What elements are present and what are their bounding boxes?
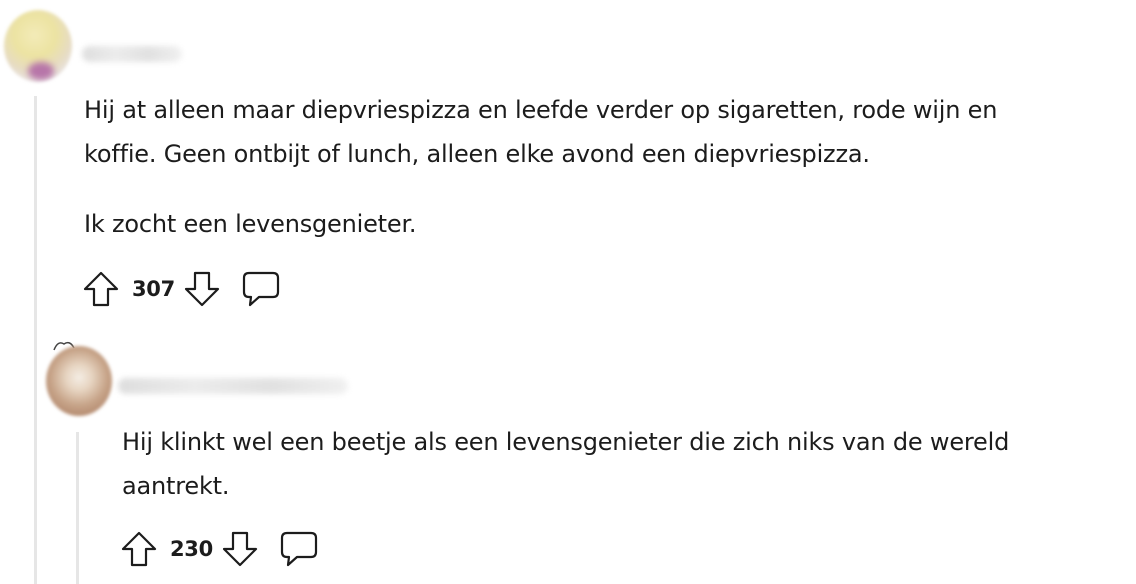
downvote-arrow-icon[interactable]: [221, 530, 259, 568]
comment-text-line: Hij at alleen maar diepvriespizza en lee…: [84, 96, 998, 124]
vote-score: 307: [132, 277, 175, 301]
thread-line-reply[interactable]: [76, 432, 79, 584]
comment-text-line: Ik zocht een levensgenieter.: [84, 210, 417, 238]
comment-actions: 307: [82, 270, 281, 308]
thread-line-top-level[interactable]: [34, 96, 37, 584]
avatar[interactable]: [46, 346, 112, 416]
upvote-arrow-icon[interactable]: [120, 530, 158, 568]
comment-body: Hij klinkt wel een beetje als een levens…: [122, 420, 1009, 508]
comment-text-line: koffie. Geen ontbijt of lunch, alleen el…: [84, 140, 870, 168]
comment-actions: 230: [120, 530, 319, 568]
downvote-arrow-icon[interactable]: [183, 270, 221, 308]
speech-bubble-icon[interactable]: [279, 530, 319, 568]
comment-text-line: Hij klinkt wel een beetje als een levens…: [122, 428, 1010, 456]
vote-score: 230: [170, 537, 213, 561]
upvote-arrow-icon[interactable]: [82, 270, 120, 308]
avatar[interactable]: [4, 10, 72, 82]
speech-bubble-icon[interactable]: [241, 270, 281, 308]
comment-text-line: aantrekt.: [122, 472, 230, 500]
username-blurred[interactable]: [82, 46, 182, 62]
comment-body: Hij at alleen maar diepvriespizza en lee…: [84, 88, 997, 246]
username-blurred[interactable]: [118, 378, 348, 394]
